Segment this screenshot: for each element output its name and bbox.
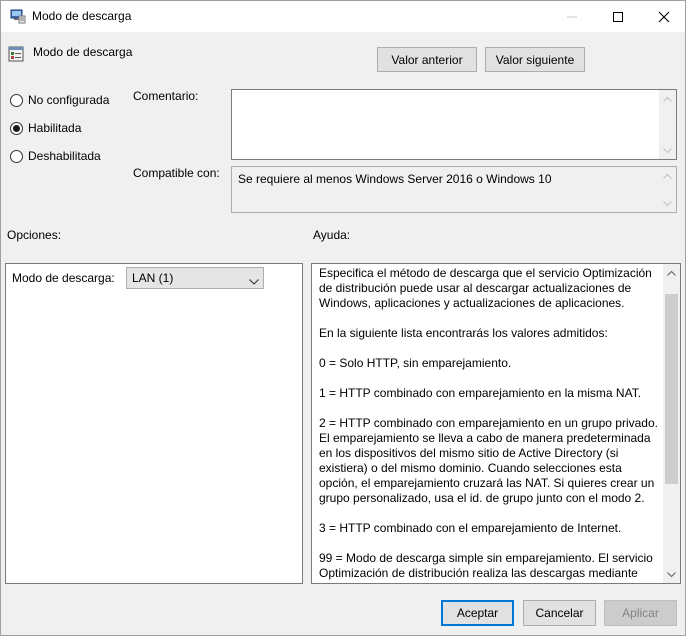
supported-on-field: Se requiere al menos Windows Server 2016… [231, 166, 677, 213]
scroll-up-arrow-icon[interactable] [659, 167, 676, 184]
radio-button[interactable] [10, 93, 23, 107]
maximize-button[interactable] [595, 1, 641, 32]
download-mode-value: LAN (1) [132, 271, 174, 285]
apply-button[interactable]: Aplicar [604, 600, 677, 626]
help-paragraph: 3 = HTTP combinado con el emparejamiento… [319, 521, 622, 535]
help-panel: Especifica el método de descarga que el … [311, 263, 681, 584]
title-bar[interactable]: Modo de descarga [1, 1, 685, 32]
radio-label: Habilitada [28, 121, 82, 135]
help-paragraph: En la siguiente lista encontrarás los va… [319, 326, 608, 340]
comment-scrollbar[interactable] [659, 90, 676, 159]
scroll-up-arrow-icon[interactable] [659, 90, 676, 107]
policy-setting-icon [8, 46, 24, 62]
help-paragraph: 0 = Solo HTTP, sin emparejamiento. [319, 356, 512, 370]
help-paragraph: 2 = HTTP combinado con emparejamiento en… [319, 416, 658, 505]
cancel-button[interactable]: Cancelar [523, 600, 596, 626]
scroll-down-arrow-icon[interactable] [659, 195, 676, 212]
help-scrollbar[interactable] [663, 264, 680, 583]
comment-label: Comentario: [133, 89, 199, 103]
radio-enabled[interactable]: Habilitada [10, 121, 81, 135]
radio-label: No configurada [28, 93, 110, 107]
close-button[interactable] [641, 1, 686, 32]
download-mode-dropdown[interactable]: LAN (1) [126, 267, 264, 289]
supported-scrollbar[interactable] [659, 167, 676, 212]
help-paragraph: Especifica el método de descarga que el … [319, 266, 652, 310]
ok-button[interactable]: Aceptar [441, 600, 514, 626]
radio-button[interactable] [10, 149, 23, 163]
supported-on-label: Compatible con: [133, 166, 220, 180]
comment-field[interactable] [231, 89, 677, 160]
help-paragraph: 99 = Modo de descarga simple sin emparej… [319, 551, 653, 583]
next-setting-button[interactable]: Valor siguiente [485, 47, 585, 72]
chevron-down-icon [249, 274, 259, 288]
scroll-down-arrow-icon[interactable] [663, 566, 680, 583]
supported-on-value: Se requiere al menos Windows Server 2016… [238, 172, 552, 186]
policy-dialog: Modo de descarga Modo de descarga Valor … [0, 0, 686, 636]
group-policy-icon [10, 8, 26, 24]
previous-setting-button[interactable]: Valor anterior [377, 47, 477, 72]
download-mode-label: Modo de descarga: [12, 271, 115, 285]
setting-title: Modo de descarga [33, 45, 133, 59]
help-text: Especifica el método de descarga que el … [319, 266, 659, 583]
scroll-up-arrow-icon[interactable] [663, 264, 680, 281]
help-heading: Ayuda: [313, 228, 351, 242]
radio-button[interactable] [10, 121, 23, 135]
window-title: Modo de descarga [32, 9, 132, 23]
scroll-down-arrow-icon[interactable] [659, 142, 676, 159]
radio-disabled[interactable]: Deshabilitada [10, 149, 101, 163]
scroll-thumb[interactable] [665, 294, 678, 484]
options-heading: Opciones: [7, 228, 62, 242]
radio-not-configured[interactable]: No configurada [10, 93, 109, 107]
minimize-button[interactable] [549, 1, 595, 32]
help-paragraph: 1 = HTTP combinado con emparejamiento en… [319, 386, 642, 400]
options-panel: Modo de descarga: LAN (1) [5, 263, 303, 584]
radio-label: Deshabilitada [28, 149, 101, 163]
